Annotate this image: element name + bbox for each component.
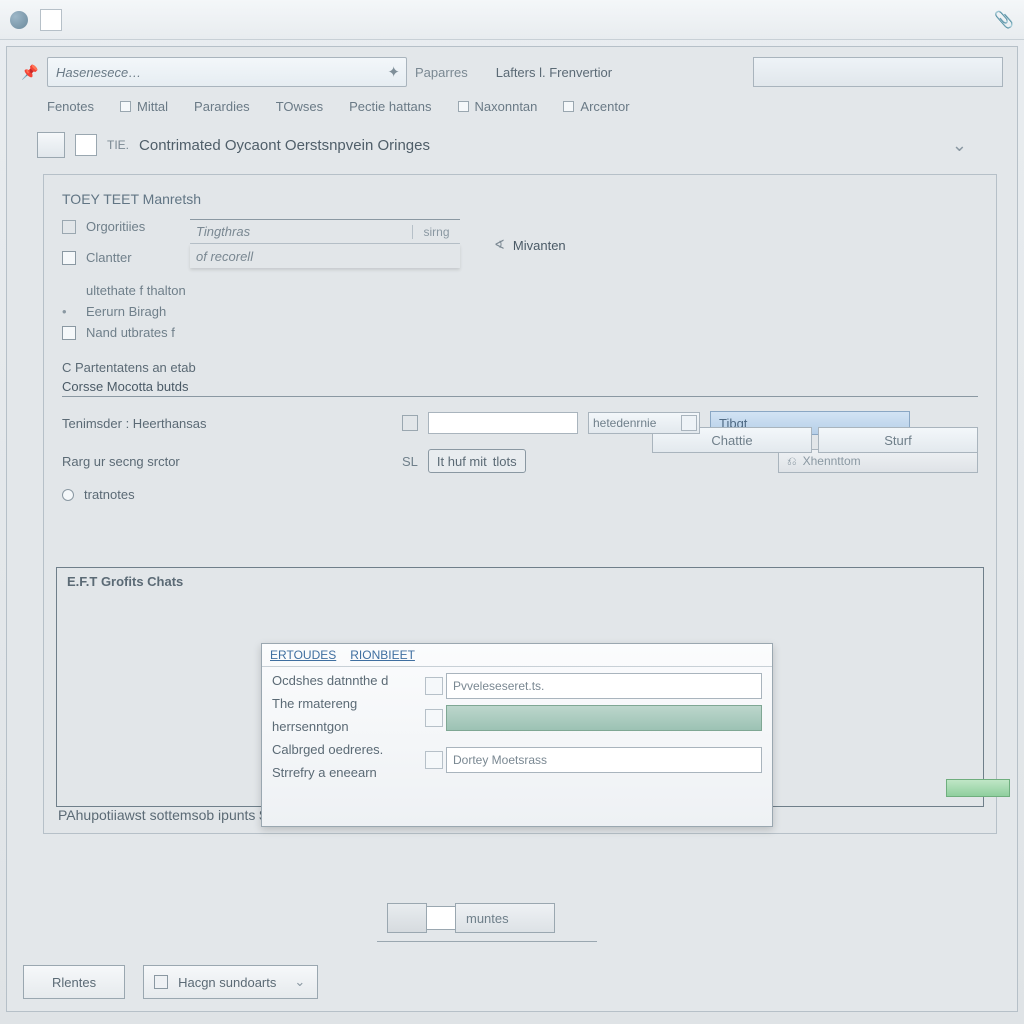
tab-towses[interactable]: TOwses (276, 99, 323, 114)
label-r5: Nand utbrates f (86, 325, 175, 340)
popup-field-1[interactable]: Pvveleseseret.ts. (446, 673, 762, 699)
label-mivanten: Mivanten (513, 238, 566, 253)
center-underline (377, 941, 597, 942)
popup-field-2[interactable] (446, 705, 762, 731)
field-f2: of recorell (190, 249, 460, 264)
green-indicator (946, 779, 1010, 797)
dropdown-arrow-icon[interactable] (681, 415, 697, 431)
main-combo[interactable]: Hasenesece… ✦ (47, 57, 407, 87)
popup-label-2: herrsenntgon (272, 719, 432, 734)
square-icon (563, 101, 574, 112)
field-lead-icon (425, 751, 443, 769)
heading-partentatens: C Partentatens an etab (62, 360, 978, 375)
label-r4: Eerurn Biragh (86, 304, 166, 319)
chip-button[interactable]: It huf mit tlots (428, 449, 526, 473)
seg-blank[interactable] (426, 906, 456, 930)
popup-tab-1[interactable]: ERTOUDES (270, 648, 336, 662)
pushpin-icon[interactable]: 📌 (21, 64, 39, 81)
label-rowB: Rarg ur secng srctor (62, 454, 392, 469)
combo-placeholder: Hasenesece… (56, 65, 141, 80)
plus-icon[interactable]: ✦ (387, 63, 400, 81)
pin-icon[interactable]: 📎 (994, 10, 1014, 30)
popup-label-0: Ocdshes datnnthe d (272, 673, 432, 688)
field-lead-icon (425, 677, 443, 695)
search-input[interactable] (753, 57, 1003, 87)
chevron-down-icon[interactable]: ⌄ (952, 135, 967, 156)
checkbox[interactable] (62, 326, 76, 340)
app-icon (10, 11, 28, 29)
label-rowC: tratnotes (84, 487, 135, 502)
dropdown-small[interactable]: hetedenrnie (588, 412, 700, 434)
popup-field-3[interactable]: Dortey Moetsrass (446, 747, 762, 773)
heading-corsse: Corsse Mocotta butds (62, 379, 188, 394)
tab-mittal[interactable]: Mittal (120, 99, 168, 114)
two-line-field[interactable]: Tingthras sirng of recorell (190, 219, 460, 268)
tab-parardies[interactable]: Parardies (194, 99, 250, 114)
popup-tab-2[interactable]: RIONBIEET (350, 648, 415, 662)
small-input[interactable] (428, 412, 578, 434)
box-icon (402, 415, 418, 431)
radio[interactable] (62, 489, 74, 501)
angle-icon: ∢ (494, 237, 505, 253)
list-icon (62, 220, 76, 234)
tab-naxonntan[interactable]: Naxonntan (458, 99, 538, 114)
doc-icon-2 (75, 134, 97, 156)
s-label: SL (402, 454, 418, 469)
page-title: Contrimated Oycaont Oerstsnpvein Oringes (139, 137, 430, 154)
tab-arcentor[interactable]: Arcentor (563, 99, 629, 114)
label-r3: ultethate f thalton (86, 283, 186, 298)
titlebar-tab[interactable] (40, 9, 62, 31)
square-icon (154, 975, 168, 989)
doc-prefix: TIE. (107, 138, 129, 152)
field-lead-icon (425, 709, 443, 727)
toolbar-label-1: Paparres (415, 65, 468, 80)
popup-label-1: The rmatereng (272, 696, 432, 711)
chevron-down-icon[interactable]: ⌄ (294, 974, 305, 990)
tab-fenotes[interactable]: Fenotes (47, 99, 94, 114)
field-f1: Tingthras (190, 224, 412, 239)
label-orgoritiies: Orgoritiies (86, 219, 176, 234)
popup-label-4: Strrefry a eneearn (272, 765, 432, 780)
seg-icon[interactable] (387, 903, 427, 933)
center-segmented-button[interactable]: muntes (387, 903, 555, 933)
tab-pectie[interactable]: Pectie hattans (349, 99, 431, 114)
pill-sturf[interactable]: Sturf (818, 427, 978, 453)
seg-label[interactable]: muntes (455, 903, 555, 933)
doc-icon (37, 132, 65, 158)
subpanel-header: E.F.T Grofits Chats (57, 568, 983, 589)
toolbar-label-2: Lafters l. Frenvertior (496, 65, 612, 80)
section-title-1: TOEY TEET Manretsh (62, 191, 978, 207)
label-clantter: Clantter (86, 250, 176, 265)
bottom-button-rlentes[interactable]: Rlentes (23, 965, 125, 999)
label-rowA: Tenimsder : Heerthansas (62, 416, 392, 431)
square-icon (458, 101, 469, 112)
square-icon (120, 101, 131, 112)
checkbox[interactable] (62, 251, 76, 265)
field-tag: sirng (412, 225, 460, 239)
popup-label-3: Calbrged oedreres. (272, 742, 432, 757)
popup-dialog: ERTOUDES RIONBIEET Ocdshes datnnthe d Th… (261, 643, 773, 827)
dot-icon: • (62, 304, 76, 319)
bottom-button-hacgn[interactable]: Hacgn sundoarts ⌄ (143, 965, 318, 999)
tabstrip: Fenotes Mittal Parardies TOwses Pectie h… (7, 93, 1017, 124)
